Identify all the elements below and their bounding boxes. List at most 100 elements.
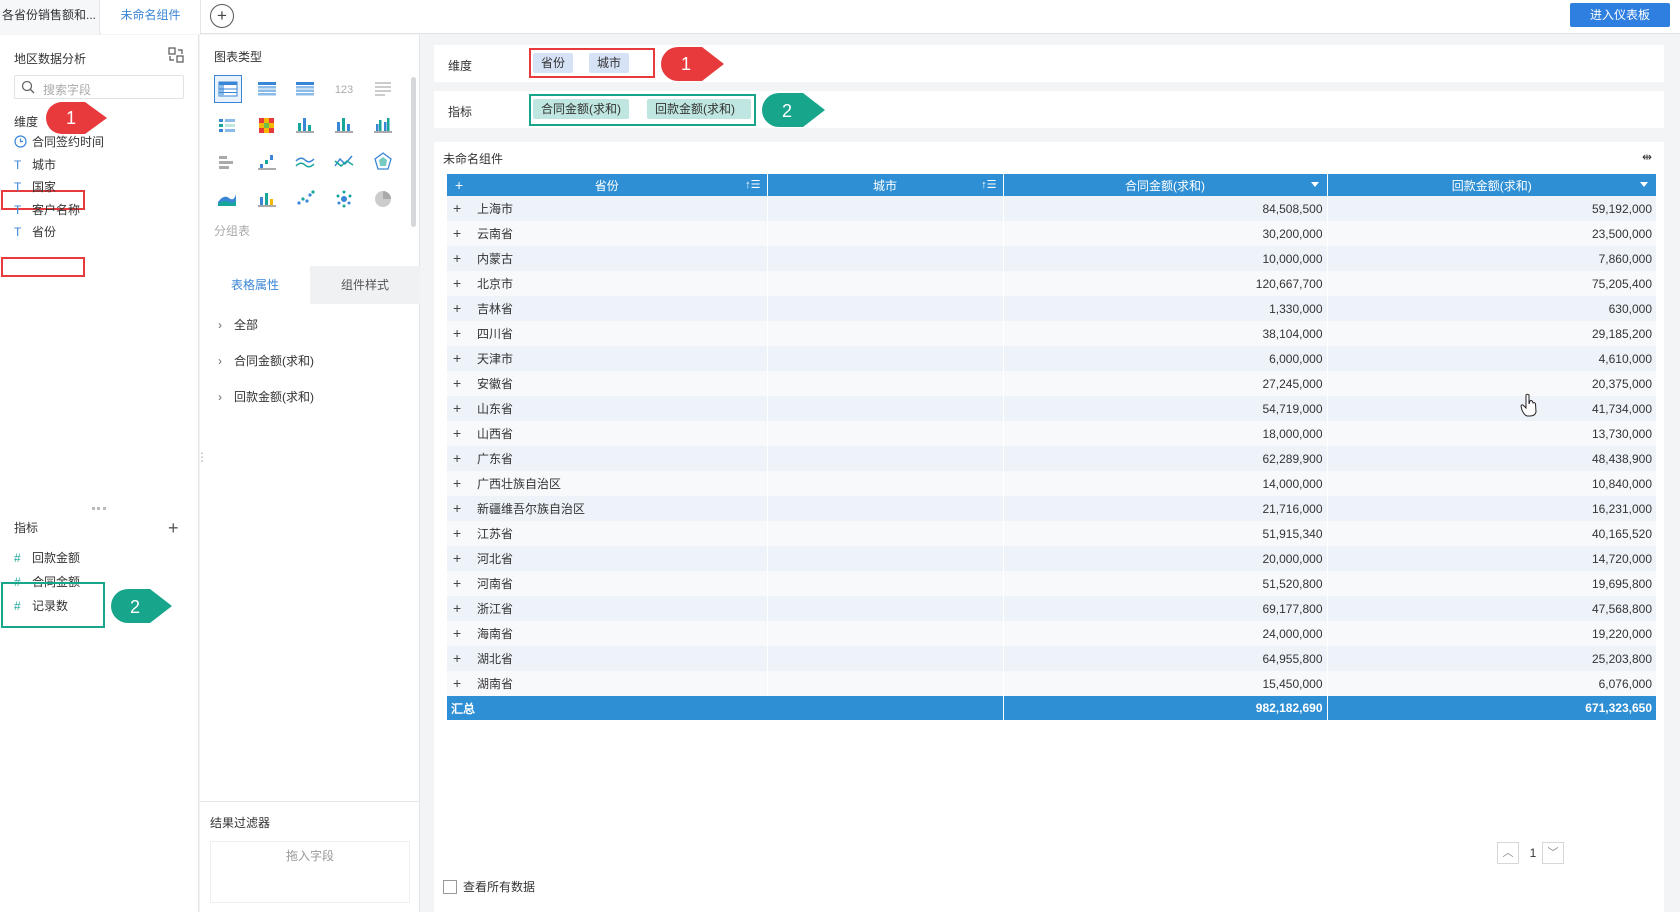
expand-row-icon[interactable]: + xyxy=(453,300,477,316)
table-row[interactable]: + 海南省 24,000,000 19,220,000 xyxy=(447,621,1656,646)
table-row[interactable]: + 新疆维吾尔族自治区 21,716,000 16,231,000 xyxy=(447,496,1656,521)
province-cell[interactable]: + 山东省 xyxy=(447,396,768,421)
dropdown-caret-icon[interactable] xyxy=(1310,182,1319,187)
expand-row-icon[interactable]: + xyxy=(453,425,477,441)
province-cell[interactable]: + 浙江省 xyxy=(447,596,768,621)
header-payment-sum[interactable]: 回款金额(求和) xyxy=(1327,174,1656,196)
tab-sales-by-province[interactable]: 各省份销售额和... xyxy=(0,0,100,34)
measure-drop-row[interactable]: 指标 合同金额(求和) 回款金额(求和) 2 xyxy=(434,91,1664,128)
province-cell[interactable]: + 安徽省 xyxy=(447,371,768,396)
expand-row-icon[interactable]: + xyxy=(453,600,477,616)
heatmap-icon[interactable] xyxy=(254,112,282,140)
table-row[interactable]: + 广西壮族自治区 14,000,000 10,840,000 xyxy=(447,471,1656,496)
province-cell[interactable]: + 新疆维吾尔族自治区 xyxy=(447,496,768,521)
tab-table-properties[interactable]: 表格属性 xyxy=(200,266,310,304)
scatter-chart-icon[interactable] xyxy=(292,186,320,214)
prop-item-payment-sum[interactable]: › 回款金额(求和) xyxy=(218,388,314,405)
filter-drop-zone[interactable]: 拖入字段 xyxy=(210,841,410,903)
province-cell[interactable]: + 北京市 xyxy=(447,271,768,296)
expand-row-icon[interactable]: + xyxy=(453,450,477,466)
table-row[interactable]: + 四川省 38,104,000 29,185,200 xyxy=(447,321,1656,346)
table-row[interactable]: + 河南省 51,520,800 19,695,800 xyxy=(447,571,1656,596)
fit-width-icon[interactable]: ⇹ xyxy=(1642,150,1652,164)
province-cell[interactable]: + 天津市 xyxy=(447,346,768,371)
detail-table-icon[interactable] xyxy=(254,75,282,103)
view-all-data-checkbox[interactable]: 查看所有数据 xyxy=(443,878,535,895)
province-cell[interactable]: + 湖南省 xyxy=(447,671,768,696)
add-measure-icon[interactable]: + xyxy=(168,518,179,539)
area-chart-icon[interactable] xyxy=(214,186,242,214)
expand-row-icon[interactable]: + xyxy=(453,525,477,541)
polyline-chart-icon[interactable] xyxy=(331,149,359,177)
table-row[interactable]: + 北京市 120,667,700 75,205,400 xyxy=(447,271,1656,296)
bubble-chart-icon[interactable] xyxy=(331,186,359,214)
dropdown-caret-icon[interactable] xyxy=(1640,182,1648,187)
table-row[interactable]: + 内蒙古 10,000,000 7,860,000 xyxy=(447,246,1656,271)
combo-chart-icon[interactable] xyxy=(254,186,282,214)
expand-row-icon[interactable]: + xyxy=(453,200,477,216)
table-row[interactable]: + 河北省 20,000,000 14,720,000 xyxy=(447,546,1656,571)
table-row[interactable]: + 广东省 62,289,900 48,438,900 xyxy=(447,446,1656,471)
tab-unnamed-widget[interactable]: 未命名组件 xyxy=(101,0,201,34)
expand-row-icon[interactable]: + xyxy=(453,675,477,691)
add-tab-icon[interactable]: + xyxy=(210,4,234,28)
province-cell[interactable]: + 吉林省 xyxy=(447,296,768,321)
enter-dashboard-button[interactable]: 进入仪表板 xyxy=(1570,3,1670,27)
expand-row-icon[interactable]: + xyxy=(453,375,477,391)
expand-row-icon[interactable]: + xyxy=(453,225,477,241)
expand-row-icon[interactable]: + xyxy=(453,550,477,566)
dimension-drop-row[interactable]: 维度 省份 城市 1 xyxy=(434,45,1664,82)
table-row[interactable]: + 山东省 54,719,000 41,734,000 xyxy=(447,396,1656,421)
text-widget-icon[interactable] xyxy=(370,75,398,103)
expand-row-icon[interactable]: + xyxy=(453,275,477,291)
dimension-field-province[interactable]: T 省份 xyxy=(14,222,56,242)
table-row[interactable]: + 上海市 84,508,500 59,192,000 xyxy=(447,196,1656,221)
header-province[interactable]: + 省份 ↑☰ xyxy=(447,174,768,196)
table-row[interactable]: + 湖南省 15,450,000 6,076,000 xyxy=(447,671,1656,696)
radar-chart-icon[interactable] xyxy=(370,149,398,177)
panel-resize-handle[interactable]: ⋮ xyxy=(196,450,208,464)
resize-handle[interactable] xyxy=(92,507,106,510)
table-row[interactable]: + 浙江省 69,177,800 47,568,800 xyxy=(447,596,1656,621)
table-row[interactable]: + 湖北省 64,955,800 25,203,800 xyxy=(447,646,1656,671)
group-table-icon[interactable] xyxy=(214,75,242,103)
expand-row-icon[interactable]: + xyxy=(453,475,477,491)
horizontal-bar-icon[interactable] xyxy=(214,149,242,177)
province-cell[interactable]: + 山西省 xyxy=(447,421,768,446)
kpi-number-icon[interactable]: 123 xyxy=(331,75,359,103)
table-row[interactable]: + 安徽省 27,245,000 20,375,000 xyxy=(447,371,1656,396)
cross-table-icon[interactable] xyxy=(292,75,320,103)
waterfall-icon[interactable] xyxy=(254,149,282,177)
measure-field-record-count[interactable]: # 记录数 xyxy=(14,596,68,616)
grouped-bar-icon[interactable] xyxy=(370,112,398,140)
province-cell[interactable]: + 海南省 xyxy=(447,621,768,646)
dimension-field-city[interactable]: T 城市 xyxy=(14,155,56,175)
line-chart-icon[interactable] xyxy=(292,149,320,177)
expand-row-icon[interactable]: + xyxy=(453,575,477,591)
heat-table-icon[interactable] xyxy=(214,112,242,140)
province-cell[interactable]: + 河北省 xyxy=(447,546,768,571)
table-row[interactable]: + 云南省 30,200,000 23,500,000 xyxy=(447,221,1656,246)
dimension-field-customer[interactable]: T 客户名称 xyxy=(14,200,80,220)
prop-item-all[interactable]: › 全部 xyxy=(218,316,258,333)
province-cell[interactable]: + 广西壮族自治区 xyxy=(447,471,768,496)
expand-row-icon[interactable]: + xyxy=(453,250,477,266)
expand-row-icon[interactable]: + xyxy=(453,325,477,341)
expand-row-icon[interactable]: + xyxy=(453,650,477,666)
checkbox-box[interactable] xyxy=(443,880,457,894)
chart-type-scrollbar[interactable] xyxy=(411,77,416,227)
measure-field-payment[interactable]: # 回款金额 xyxy=(14,548,80,568)
province-cell[interactable]: + 河南省 xyxy=(447,571,768,596)
dimension-field-country[interactable]: T 国家 xyxy=(14,177,56,197)
header-city[interactable]: 城市 ↑☰ xyxy=(767,174,1004,196)
province-cell[interactable]: + 广东省 xyxy=(447,446,768,471)
sort-icon[interactable]: ↑☰ xyxy=(981,178,996,191)
page-down-icon[interactable]: ﹀ xyxy=(1542,842,1564,864)
search-field-input[interactable]: 搜索字段 xyxy=(14,75,184,99)
province-cell[interactable]: + 四川省 xyxy=(447,321,768,346)
table-row[interactable]: + 山西省 18,000,000 13,730,000 xyxy=(447,421,1656,446)
expand-row-icon[interactable]: + xyxy=(453,350,477,366)
expand-row-icon[interactable]: + xyxy=(453,400,477,416)
switch-dataset-icon[interactable] xyxy=(168,47,184,63)
sort-icon[interactable]: ↑☰ xyxy=(745,178,760,191)
